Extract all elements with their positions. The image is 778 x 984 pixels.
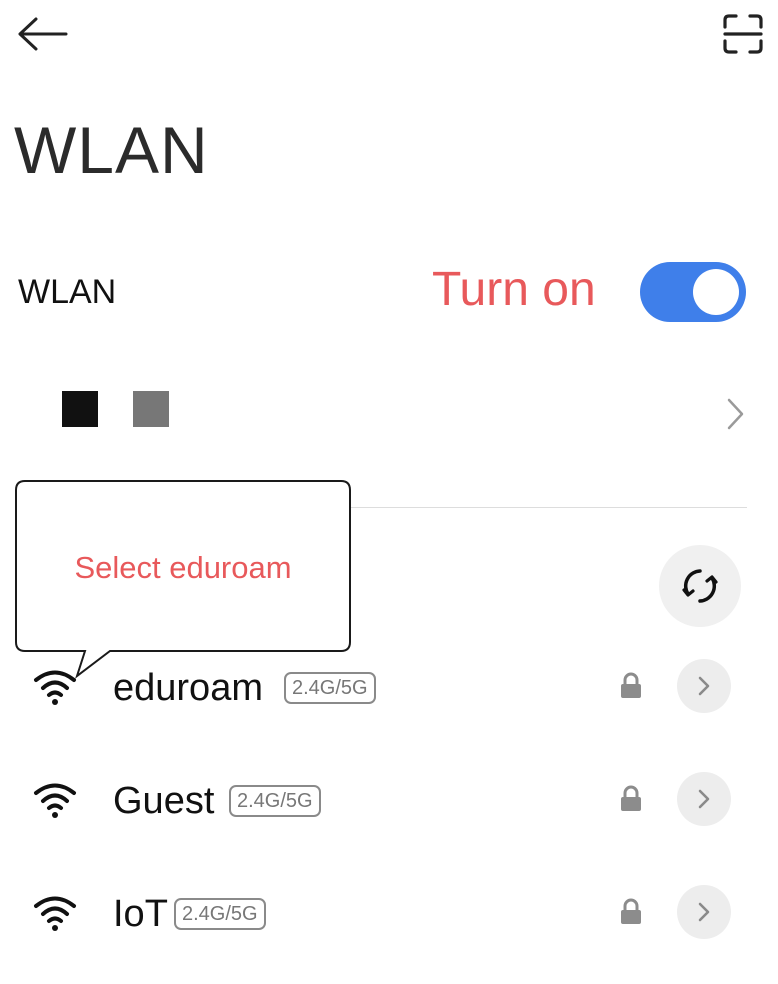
redacted-block: [133, 391, 169, 427]
tooltip-text: Select eduroam: [74, 550, 292, 585]
network-row-guest[interactable]: Guest 2.4G/5G: [0, 749, 778, 849]
wlan-toggle-label: WLAN: [18, 273, 117, 311]
wifi-icon: [34, 896, 76, 931]
page-title: WLAN: [14, 113, 209, 187]
band-badge: 2.4G/5G: [229, 785, 321, 817]
chevron-right-icon: [698, 676, 710, 696]
lock-icon: [621, 785, 641, 811]
band-badge: 2.4G/5G: [174, 898, 266, 930]
chevron-right-icon: [698, 902, 710, 922]
redacted-block: [62, 391, 98, 427]
toggle-knob: [693, 269, 739, 315]
network-details-button[interactable]: [677, 885, 731, 939]
lock-icon: [621, 672, 641, 698]
arrow-left-icon: [18, 17, 68, 51]
network-name: IoT: [113, 893, 168, 935]
chevron-right-icon: [698, 789, 710, 809]
lock-icon: [621, 898, 641, 924]
refresh-icon: [682, 569, 718, 603]
wlan-toggle-switch[interactable]: [640, 262, 746, 322]
chevron-right-icon: [727, 398, 744, 430]
connected-network-row[interactable]: [0, 375, 778, 451]
network-row-iot[interactable]: IoT 2.4G/5G: [0, 862, 778, 962]
scan-icon: [723, 14, 763, 54]
turn-on-hint: Turn on: [432, 263, 596, 316]
network-details-button[interactable]: [677, 772, 731, 826]
scan-button[interactable]: [712, 6, 774, 62]
refresh-button[interactable]: [659, 545, 741, 627]
network-name: Guest: [113, 780, 215, 822]
wifi-icon: [34, 783, 76, 818]
network-details-button[interactable]: [677, 659, 731, 713]
back-button[interactable]: [10, 8, 74, 60]
